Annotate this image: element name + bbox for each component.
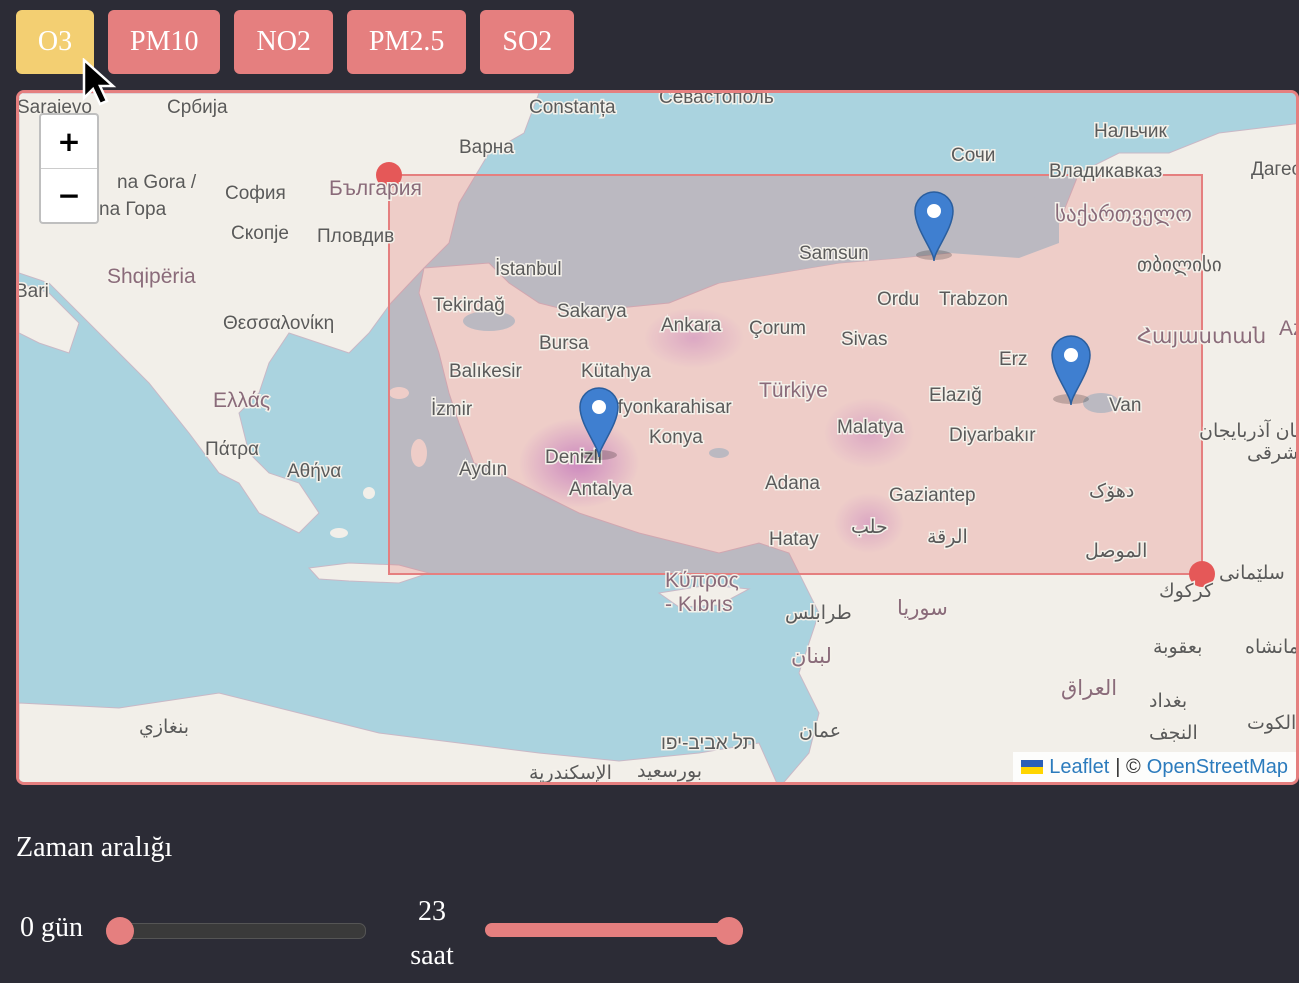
svg-text:na Gora /: na Gora / — [117, 172, 197, 193]
svg-text:النجف: النجف — [1149, 723, 1198, 744]
svg-text:Հայաստան: Հայաստան — [1137, 325, 1266, 348]
svg-text:Ordu: Ordu — [877, 289, 919, 310]
svg-text:Afyonkarahisar: Afyonkarahisar — [605, 397, 732, 418]
svg-text:Antalya: Antalya — [569, 479, 633, 500]
svg-text:Erz: Erz — [999, 349, 1028, 370]
svg-text:საქართველო: საქართველო — [1055, 202, 1192, 226]
svg-text:الإسكندرية: الإسكندرية — [529, 763, 612, 784]
zoom-out-button[interactable]: − — [41, 168, 97, 222]
svg-text:Bursa: Bursa — [539, 333, 589, 354]
svg-text:София: София — [225, 183, 286, 204]
svg-text:Κύπρος: Κύπρος — [665, 569, 739, 592]
svg-text:Ankara: Ankara — [661, 315, 722, 336]
svg-text:الرقة: الرقة — [927, 527, 968, 548]
svg-text:بنغازي: بنغازي — [139, 717, 189, 738]
svg-text:Trabzon: Trabzon — [939, 289, 1008, 310]
svg-text:Владикавказ: Владикавказ — [1049, 161, 1162, 182]
tab-pm10[interactable]: PM10 — [108, 10, 221, 74]
svg-text:حلب: حلب — [851, 517, 888, 538]
svg-text:Сочи: Сочи — [951, 145, 995, 166]
svg-text:Kütahya: Kütahya — [581, 361, 651, 382]
svg-text:Konya: Konya — [649, 427, 703, 448]
svg-text:Aydın: Aydın — [459, 459, 507, 480]
map-container[interactable]: Sarajevo Србија Constanța Севастополь На… — [16, 90, 1299, 785]
hours-slider-thumb[interactable] — [715, 917, 743, 945]
mouse-cursor-icon — [82, 58, 117, 106]
svg-text:لبنان: لبنان — [791, 645, 832, 668]
svg-text:Çorum: Çorum — [749, 318, 806, 339]
svg-text:بعقوبة: بعقوبة — [1153, 637, 1202, 658]
svg-text:თბილისი: თბილისი — [1137, 254, 1222, 276]
hours-value: 23 — [418, 896, 446, 927]
svg-text:Gaziantep: Gaziantep — [889, 485, 976, 506]
svg-text:Sakarya: Sakarya — [557, 301, 627, 322]
svg-text:بغداد: بغداد — [1149, 691, 1187, 712]
tab-no2[interactable]: NO2 — [234, 10, 333, 74]
hours-label: saat — [410, 940, 454, 971]
svg-text:العراق: العراق — [1061, 677, 1117, 700]
svg-text:Скопје: Скопје — [231, 223, 289, 244]
svg-text:Србија: Србија — [167, 97, 228, 118]
svg-text:Elazığ: Elazığ — [929, 385, 982, 406]
svg-text:Дагест: Дагест — [1251, 159, 1299, 180]
svg-text:Θεσσαλονίκη: Θεσσαλονίκη — [223, 313, 334, 334]
hours-slider-track[interactable] — [485, 923, 743, 937]
svg-text:Πάτρα: Πάτρα — [205, 439, 259, 460]
svg-text:İzmir: İzmir — [431, 399, 473, 420]
svg-text:عمان: عمان — [799, 721, 841, 742]
svg-text:Diyarbakır: Diyarbakır — [949, 425, 1036, 446]
time-range-title: Zaman aralığı — [16, 832, 173, 863]
svg-text:Van: Van — [1109, 395, 1141, 416]
svg-text:Пловдив: Пловдив — [317, 226, 394, 247]
svg-text:Варна: Варна — [459, 137, 514, 158]
svg-text:Constanța: Constanța — [529, 97, 616, 118]
svg-text:Tekirdağ: Tekirdağ — [433, 295, 505, 316]
svg-text:Hatay: Hatay — [769, 529, 819, 550]
svg-text:بورسعيد: بورسعيد — [637, 761, 702, 782]
days-slider-track[interactable] — [106, 923, 366, 939]
days-label: 0 gün — [20, 912, 83, 943]
svg-text:Севастополь: Севастополь — [659, 93, 774, 108]
map-tiles: Sarajevo Србија Constanța Севастополь На… — [19, 93, 1299, 784]
svg-text:Balıkesir: Balıkesir — [449, 361, 523, 382]
svg-text:na Гора: na Гора — [99, 199, 167, 220]
hours-display: 23 saat — [396, 890, 468, 978]
leaflet-link[interactable]: Leaflet — [1049, 756, 1109, 779]
zoom-control: + − — [39, 113, 99, 224]
svg-text:سوريا: سوريا — [897, 597, 948, 620]
svg-text:תל אביב-יפו: תל אביב-יפו — [661, 733, 756, 754]
svg-text:تان آذربایجان: تان آذربایجان — [1199, 418, 1299, 442]
svg-text:Malatya: Malatya — [837, 417, 904, 438]
svg-text:Αθήνα: Αθήνα — [287, 461, 341, 482]
svg-text:Нальчик: Нальчик — [1094, 121, 1168, 142]
svg-text:Az: Az — [1279, 317, 1299, 340]
svg-text:Samsun: Samsun — [799, 243, 869, 264]
hours-slider-fill — [485, 923, 743, 937]
svg-text:Bari: Bari — [19, 281, 49, 302]
zoom-in-button[interactable]: + — [41, 115, 97, 168]
svg-text:شرقی: شرقی — [1247, 443, 1298, 464]
svg-text:Türkiye: Türkiye — [759, 379, 828, 402]
map-attribution: Leaflet | © OpenStreetMap — [1013, 752, 1296, 782]
svg-text:İstanbul: İstanbul — [495, 259, 562, 280]
svg-text:الكوت: الكوت — [1247, 713, 1296, 734]
svg-text:سلێمانی: سلێمانی — [1219, 563, 1285, 584]
svg-text:Ελλάς: Ελλάς — [213, 389, 270, 412]
svg-text:Adana: Adana — [765, 473, 820, 494]
ukraine-flag-icon — [1021, 760, 1044, 774]
svg-text:Sivas: Sivas — [841, 329, 887, 350]
tab-so2[interactable]: SO2 — [480, 10, 575, 74]
svg-text:- Kıbrıs: - Kıbrıs — [665, 593, 733, 616]
svg-text:کرمانشاه: کرمانشاه — [1245, 637, 1299, 658]
svg-text:Shqipëria: Shqipëria — [107, 265, 196, 288]
svg-text:طرابلس: طرابلس — [785, 603, 852, 624]
openstreetmap-link[interactable]: OpenStreetMap — [1147, 756, 1288, 779]
svg-text:دهۆک: دهۆک — [1089, 481, 1134, 502]
svg-text:الموصل: الموصل — [1085, 541, 1147, 562]
svg-text:كركوك: كركوك — [1159, 581, 1214, 602]
svg-text:България: България — [329, 177, 422, 200]
attribution-separator: | © — [1115, 755, 1141, 778]
tab-pm25[interactable]: PM2.5 — [346, 10, 467, 74]
days-slider-thumb[interactable] — [106, 917, 134, 945]
